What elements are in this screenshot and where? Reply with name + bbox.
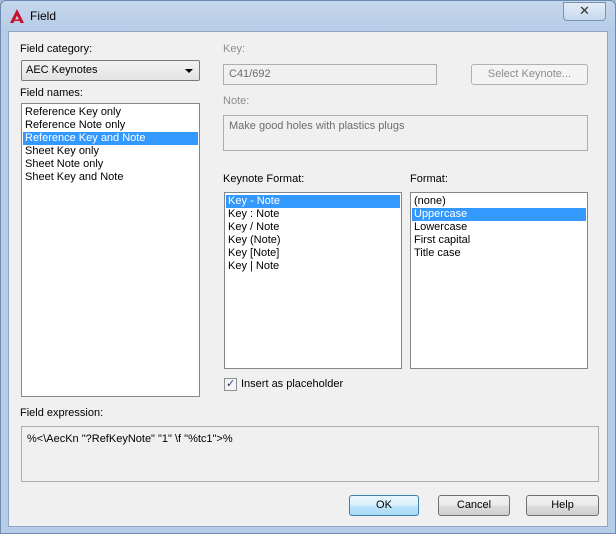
ok-button[interactable]: OK [349, 495, 419, 516]
field-expression-box[interactable]: %<\AecKn "?RefKeyNote" "1" \f "%tc1">% [21, 426, 599, 482]
list-item[interactable]: Uppercase [412, 208, 586, 221]
list-item[interactable]: Key - Note [226, 195, 400, 208]
window-title: Field [30, 9, 57, 23]
format-list[interactable]: (none) Uppercase Lowercase First capital… [410, 192, 588, 369]
checkmark-icon: ✓ [226, 378, 236, 390]
format-label: Format: [410, 173, 448, 185]
insert-placeholder-label[interactable]: Insert as placeholder [241, 378, 343, 390]
insert-placeholder-checkbox[interactable]: ✓ [224, 378, 237, 391]
field-dialog: Field ✕ Field category: AEC Keynotes Fie… [0, 0, 616, 534]
field-expression-label: Field expression: [20, 407, 104, 419]
close-button[interactable]: ✕ [563, 2, 606, 21]
key-value: C41/692 [229, 68, 271, 80]
field-expression-value: %<\AecKn "?RefKeyNote" "1" \f "%tc1">% [27, 433, 233, 445]
list-item[interactable]: Sheet Key and Note [23, 171, 198, 184]
list-item[interactable]: Reference Key and Note [23, 132, 198, 145]
cancel-button[interactable]: Cancel [438, 495, 510, 516]
list-item[interactable]: Sheet Note only [23, 158, 198, 171]
list-item[interactable]: Reference Key only [23, 106, 198, 119]
list-item[interactable]: Reference Note only [23, 119, 198, 132]
note-label: Note: [223, 95, 250, 107]
list-item[interactable]: (none) [412, 195, 586, 208]
field-names-list[interactable]: Reference Key only Reference Note only R… [21, 103, 200, 397]
dialog-body: Field category: AEC Keynotes Field names… [8, 31, 608, 527]
list-item[interactable]: First capital [412, 234, 586, 247]
list-item[interactable]: Key | Note [226, 260, 400, 273]
note-field[interactable]: Make good holes with plastics plugs [223, 115, 588, 151]
help-button[interactable]: Help [526, 495, 599, 516]
field-category-dropdown[interactable]: AEC Keynotes [21, 60, 200, 81]
list-item[interactable]: Key : Note [226, 208, 400, 221]
key-field[interactable]: C41/692 [223, 64, 437, 85]
list-item[interactable]: Key / Note [226, 221, 400, 234]
list-item[interactable]: Key (Note) [226, 234, 400, 247]
keynote-format-label: Keynote Format: [223, 173, 305, 185]
select-keynote-button[interactable]: Select Keynote... [471, 64, 588, 85]
title-bar[interactable]: Field ✕ [1, 1, 615, 31]
keynote-format-list[interactable]: Key - Note Key : Note Key / Note Key (No… [224, 192, 402, 369]
field-category-label-text: Field category: [20, 43, 93, 55]
list-item[interactable]: Lowercase [412, 221, 586, 234]
key-label: Key: [223, 43, 246, 55]
field-category-value: AEC Keynotes [26, 64, 98, 76]
close-icon: ✕ [579, 3, 590, 18]
field-category-label: Field category: [20, 43, 92, 55]
list-item[interactable]: Key [Note] [226, 247, 400, 260]
autocad-logo-icon [10, 9, 24, 23]
note-value: Make good holes with plastics plugs [229, 120, 405, 132]
list-item[interactable]: Title case [412, 247, 586, 260]
chevron-down-icon [185, 69, 193, 73]
list-item[interactable]: Sheet Key only [23, 145, 198, 158]
field-names-label: Field names: [20, 87, 83, 99]
